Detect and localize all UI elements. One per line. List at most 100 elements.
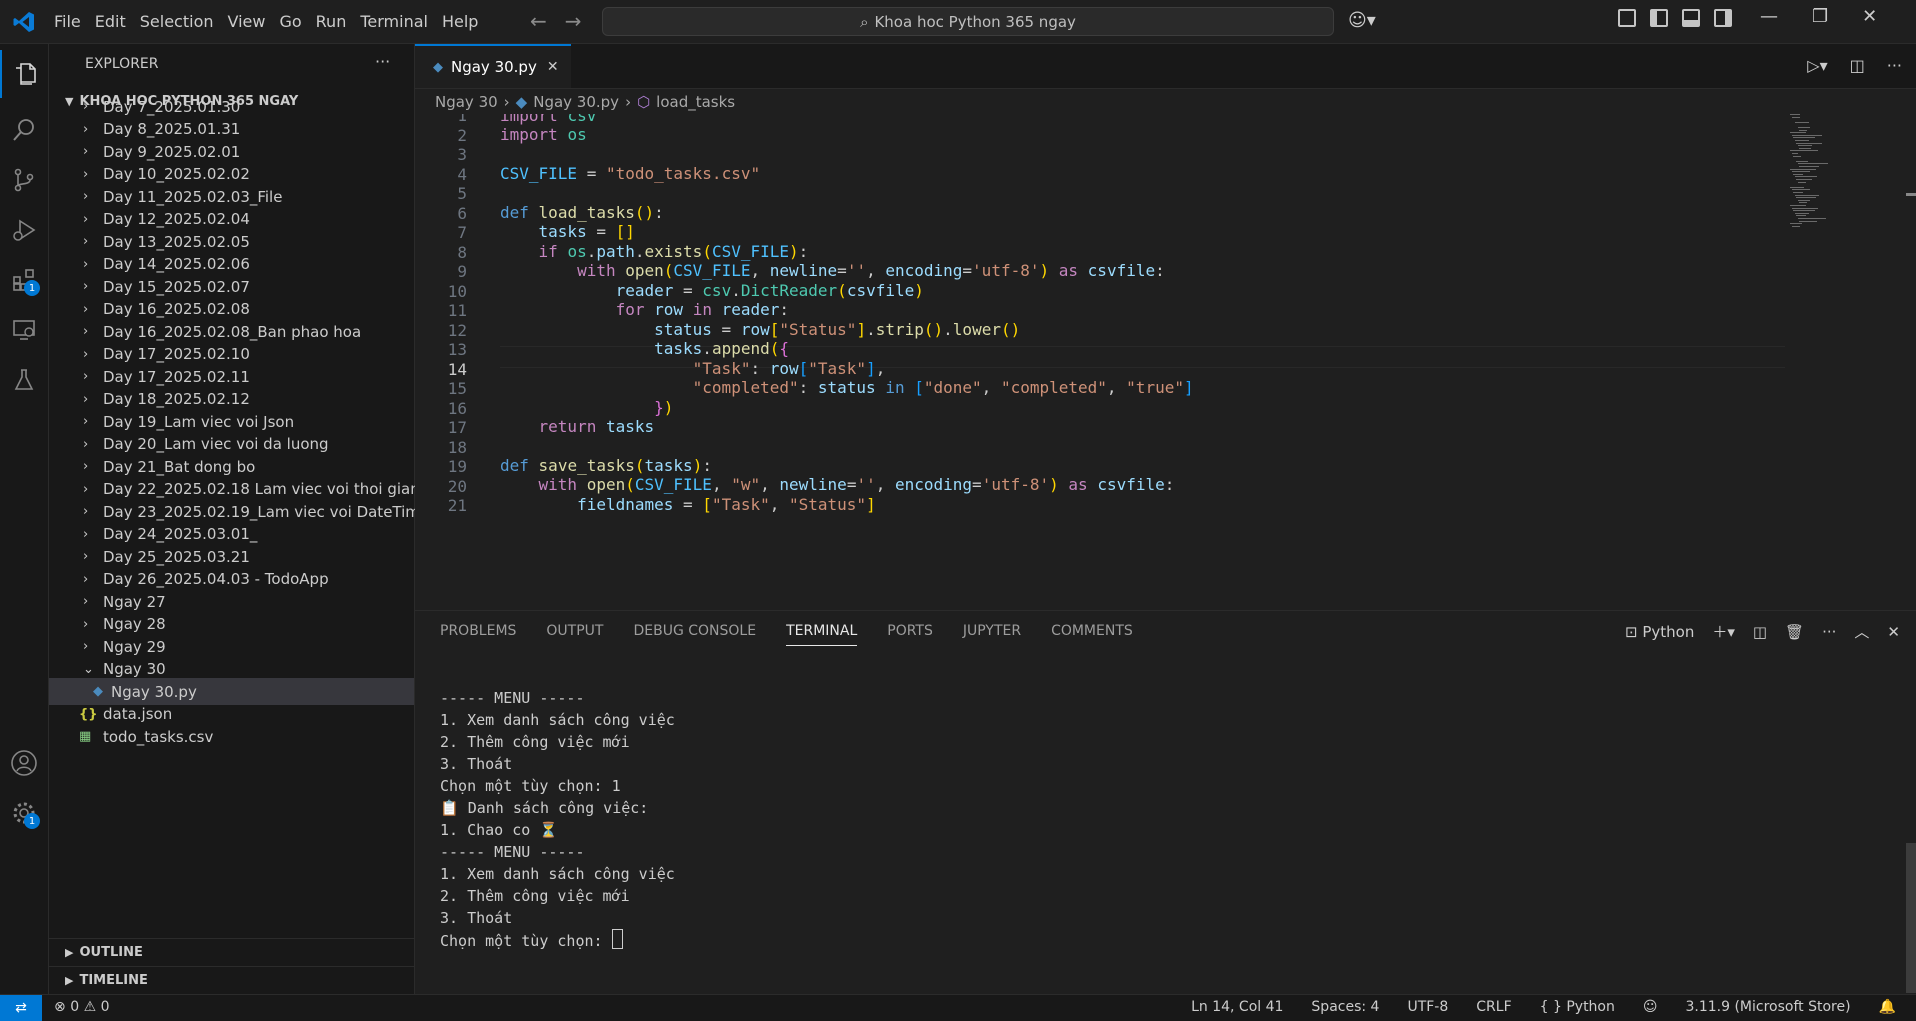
- line-number: 10: [447, 281, 467, 301]
- line-number: 18: [447, 437, 467, 457]
- extensions-icon[interactable]: 1: [0, 256, 48, 304]
- explorer-header: EXPLORER: [85, 56, 159, 72]
- menu-go[interactable]: Go: [279, 12, 311, 31]
- search-icon: ⌕: [860, 12, 869, 31]
- minimap-line: [1797, 218, 1826, 219]
- tab-ngay-30-py[interactable]: ◆ Ngay 30.py ✕: [415, 44, 571, 88]
- terminal-shell-selector[interactable]: ⊡ Python: [1625, 623, 1694, 641]
- remote-indicator-icon[interactable]: ⇄: [0, 995, 42, 1021]
- tab-terminal[interactable]: TERMINAL: [786, 623, 858, 646]
- breadcrumb-file[interactable]: Ngay 30.py: [533, 93, 619, 111]
- menu-view[interactable]: View: [228, 12, 276, 31]
- split-editor-icon[interactable]: ◫: [1850, 56, 1865, 75]
- indentation[interactable]: Spaces: 4: [1311, 999, 1379, 1015]
- cursor-position[interactable]: Ln 14, Col 41: [1191, 999, 1283, 1015]
- tab-jupyter[interactable]: JUPYTER: [963, 623, 1021, 646]
- timeline-section[interactable]: ▶ TIMELINE: [49, 966, 414, 993]
- run-debug-icon[interactable]: [0, 206, 48, 254]
- error-icon: ⊗: [54, 999, 66, 1015]
- minimap-line: [1791, 189, 1810, 191]
- more-actions-icon[interactable]: ···: [375, 52, 390, 71]
- python-file-icon: ◆: [93, 684, 103, 699]
- menu-file[interactable]: File: [54, 12, 91, 31]
- tab-debug-console[interactable]: DEBUG CONSOLE: [633, 623, 756, 646]
- line-number: 13: [447, 340, 467, 359]
- outline-section[interactable]: ▶ OUTLINE: [49, 938, 414, 965]
- more-actions-icon[interactable]: ···: [1887, 56, 1902, 75]
- copilot-status-icon[interactable]: ☺: [1643, 999, 1658, 1015]
- line-number: 5: [457, 184, 467, 203]
- minimap-line: [1794, 140, 1809, 141]
- explorer-icon[interactable]: [0, 50, 48, 98]
- line-number: 3: [457, 145, 467, 164]
- code-line-8: if os.path.exists(CSV_FILE):: [538, 242, 809, 261]
- breadcrumb-symbol[interactable]: load_tasks: [656, 93, 735, 111]
- customize-layout-icon[interactable]: [1618, 9, 1636, 27]
- line-number: 15: [447, 379, 467, 398]
- minimize-icon[interactable]: —: [1760, 6, 1778, 27]
- chevron-right-icon: ›: [83, 346, 89, 362]
- minimap-line: [1797, 145, 1812, 147]
- restore-icon[interactable]: ❐: [1812, 6, 1828, 27]
- editor-tab-bar: ◆ Ngay 30.py ✕ ▷▾ ◫ ···: [415, 44, 1916, 89]
- split-terminal-icon[interactable]: ◫: [1753, 623, 1767, 641]
- minimap-line: [1790, 132, 1806, 134]
- line-number: 16: [447, 398, 467, 418]
- breadcrumb-folder[interactable]: Ngay 30: [435, 93, 498, 111]
- minimap-line: [1790, 168, 1816, 170]
- toggle-primary-sidebar-icon[interactable]: [1650, 9, 1668, 27]
- command-center-search[interactable]: ⌕ Khoa hoc Python 365 ngay: [602, 7, 1334, 36]
- notifications-bell-icon[interactable]: 🔔: [1879, 999, 1896, 1015]
- code-editor[interactable]: 1 2 3 4 5 6 7 8 9 10 11 12 13 14 15 16 17 18 19 20 21 import…: [415, 114, 1785, 610]
- breadcrumb: Ngay 30 › ◆ Ngay 30.py › ⬡ load_tasks: [435, 92, 735, 112]
- encoding[interactable]: UTF-8: [1407, 999, 1448, 1015]
- status-bar: ⇄ ⊗ 0 ⚠ 0 Ln 14, Col 41 Spaces: 4 UTF-8 …: [0, 994, 1916, 1021]
- terminal-output[interactable]: ----- MENU ----- 1. Xem danh sách công vi…: [440, 687, 675, 952]
- extensions-badge: 1: [24, 280, 40, 296]
- new-terminal-icon[interactable]: ＋▾: [1712, 621, 1735, 642]
- kill-terminal-icon[interactable]: 🗑: [1785, 623, 1804, 641]
- back-arrow-icon[interactable]: ←: [530, 9, 547, 33]
- more-actions-icon[interactable]: ···: [1822, 623, 1836, 641]
- tab-output[interactable]: OUTPUT: [546, 623, 603, 646]
- python-interpreter[interactable]: 3.11.9 (Microsoft Store): [1685, 999, 1850, 1015]
- folder-label: Day 10_2025.02.02: [103, 165, 250, 183]
- testing-flask-icon[interactable]: [0, 356, 48, 404]
- language-mode[interactable]: { } Python: [1540, 999, 1615, 1015]
- tab-comments[interactable]: COMMENTS: [1051, 623, 1133, 646]
- terminal-scrollbar[interactable]: [1906, 843, 1916, 993]
- folder-label: Day 13_2025.02.05: [103, 232, 250, 251]
- search-activity-icon[interactable]: [0, 106, 48, 154]
- menu-edit[interactable]: Edit: [95, 12, 136, 31]
- source-control-icon[interactable]: [0, 156, 48, 204]
- tab-problems[interactable]: PROBLEMS: [440, 623, 516, 646]
- problems-status[interactable]: ⊗ 0 ⚠ 0: [54, 999, 110, 1015]
- run-python-file-icon[interactable]: ▷▾: [1807, 56, 1827, 75]
- settings-gear-icon[interactable]: 1: [0, 789, 48, 837]
- code-line-11: for row in reader:: [615, 300, 790, 319]
- search-text: Khoa hoc Python 365 ngay: [874, 12, 1076, 31]
- minimap-line: [1791, 171, 1810, 173]
- remote-explorer-icon[interactable]: [0, 306, 48, 354]
- folder-label: Day 21_Bat dong bo: [103, 457, 256, 476]
- code-line-20: with open(CSV_FILE, "w", newline='', enc…: [538, 475, 1175, 494]
- close-panel-icon[interactable]: ✕: [1887, 623, 1900, 641]
- tab-ports[interactable]: PORTS: [887, 623, 933, 646]
- accounts-icon[interactable]: [0, 739, 48, 787]
- close-tab-icon[interactable]: ✕: [547, 59, 559, 75]
- toggle-secondary-sidebar-icon[interactable]: [1714, 9, 1732, 27]
- menu-terminal[interactable]: Terminal: [360, 12, 438, 31]
- close-window-icon[interactable]: ✕: [1862, 6, 1877, 27]
- forward-arrow-icon[interactable]: →: [565, 9, 582, 33]
- menu-help[interactable]: Help: [442, 12, 488, 31]
- copilot-icon[interactable]: ☺▾: [1348, 10, 1376, 31]
- menu-run[interactable]: Run: [316, 12, 357, 31]
- terminal-line: Chọn một tùy chọn:: [440, 929, 675, 952]
- editor-scrollbar[interactable]: [1906, 193, 1916, 196]
- menu-selection[interactable]: Selection: [140, 12, 224, 31]
- file-item[interactable]: ▦ todo_tasks.csv: [49, 723, 414, 750]
- line-ending[interactable]: CRLF: [1476, 999, 1511, 1015]
- folder-label: Ngay 30: [103, 660, 166, 678]
- toggle-panel-icon[interactable]: [1682, 9, 1700, 27]
- maximize-panel-icon[interactable]: ︿: [1854, 621, 1869, 642]
